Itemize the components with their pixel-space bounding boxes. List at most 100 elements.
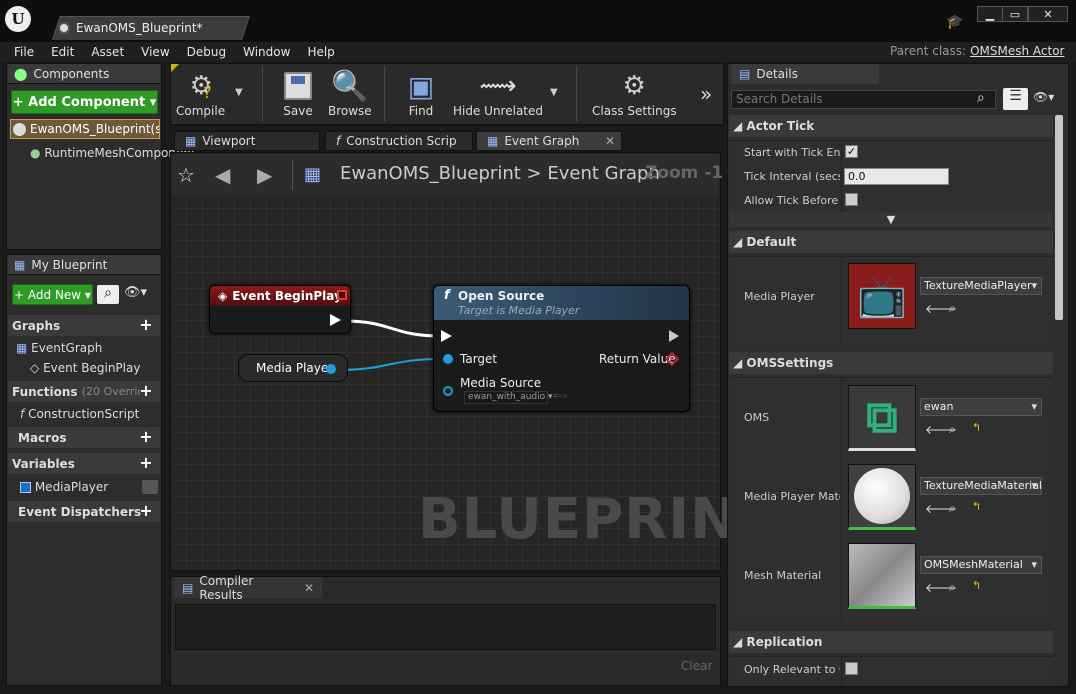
add-dispatcher-button[interactable]: + [138,503,154,519]
event-beginplay-item[interactable]: ◇ Event BeginPlay [30,361,140,375]
allow-tick-before-checkbox[interactable] [845,193,858,206]
construction-script-item[interactable]: f ConstructionScript [20,407,139,421]
save-button[interactable]: Save [280,68,316,118]
browse-asset-icon[interactable]: ⌕ [949,580,956,595]
maximize-button[interactable]: ▭ [1002,6,1028,22]
omssettings-section[interactable]: ◢ OMSSettings [729,352,1053,374]
menu-help[interactable]: Help [307,45,343,59]
tab-close-icon[interactable]: ✕ [605,134,615,148]
property-matrix-icon[interactable]: ☰ [1003,88,1028,110]
toolbar-overflow-chevron-icon[interactable]: » [700,82,712,106]
document-tab-content[interactable]: EwanOMS_Blueprint* [58,19,238,37]
tab-viewport[interactable]: ▦ Viewport [174,131,320,151]
reset-to-default-icon[interactable]: ↰ [972,421,981,434]
media-player-thumbnail[interactable]: 📺 [848,263,916,329]
menu-view[interactable]: View [141,45,178,59]
close-window-button[interactable]: ✕ [1028,6,1068,22]
add-function-button[interactable]: + [138,383,154,399]
variables-section[interactable]: Variables + [8,453,160,474]
add-macro-button[interactable]: + [138,429,154,445]
browse-asset-icon[interactable]: ⌕ [949,301,956,316]
reset-to-default-icon[interactable]: ↰ [972,579,981,592]
menu-edit[interactable]: Edit [51,45,83,59]
actor-tick-section[interactable]: ◢ Actor Tick [729,115,1053,137]
details-icon: ▤ [739,67,751,81]
browse-asset-icon[interactable]: ⌕ [949,501,956,516]
mesh-material-dropdown[interactable]: OMSMeshMaterial [920,556,1042,574]
target-input-pin[interactable] [443,354,453,364]
mediaplayer-variable-item[interactable]: MediaPlayer [20,480,108,494]
default-section[interactable]: ◢ Default [729,231,1053,253]
start-with-tick-checkbox[interactable]: ✓ [845,145,858,158]
event-delegate-pin[interactable] [337,290,347,300]
details-search-input[interactable]: Search Details [731,90,996,109]
favorite-star-icon[interactable]: ☆ [177,163,195,187]
exec-input-pin[interactable] [441,330,452,342]
event-beginplay-node-header[interactable]: ◈ Event BeginPlay [210,286,350,306]
browse-button[interactable]: 🔍 Browse [328,68,372,119]
functions-section[interactable]: Functions (20 Overridable)+ [8,381,160,402]
media-player-output-pin[interactable] [326,364,336,374]
details-scrollbar[interactable] [1055,115,1063,320]
media-player-dropdown[interactable]: TextureMediaPlayer [920,277,1042,295]
breadcrumb-leaf[interactable]: Event Graph [547,163,660,184]
details-tab[interactable]: ▤ Details [731,64,879,84]
tab-construction-script[interactable]: f Construction Scrip [325,131,473,151]
reset-to-default-icon[interactable]: ↰ [972,500,981,513]
graphs-section[interactable]: Graphs + [8,315,160,336]
browse-asset-icon[interactable]: ⌕ [949,422,956,437]
tick-interval-input[interactable]: 0.0 [844,168,949,185]
event-dispatchers-section[interactable]: Event Dispatchers + [8,501,160,522]
my-blueprint-tab[interactable]: ▦ My Blueprint [8,255,160,275]
mesh-material-thumbnail[interactable] [848,543,916,609]
menu-asset[interactable]: Asset [91,45,133,59]
macros-section[interactable]: Macros + [8,427,160,448]
compiler-tab-close-icon[interactable]: ✕ [304,581,314,595]
search-icon[interactable]: ⌕ [97,285,119,304]
add-variable-button[interactable]: + [138,455,154,471]
exec-wire[interactable] [343,319,441,338]
hide-unrelated-button[interactable]: ⟿ Hide Unrelated [453,68,543,118]
compile-options-chevron-icon[interactable]: ▼ [235,87,243,98]
minimize-button[interactable]: ▁ [977,6,1003,22]
details-search-icon[interactable]: ⌕ [977,90,985,106]
component-root-item[interactable]: EwanOMS_Blueprint(self) [10,119,160,139]
eye-view-options-icon[interactable]: 👁▾ [124,285,147,300]
magnifier-icon: 🔍 [331,68,369,104]
compiler-results-tab[interactable]: ▤ Compiler Results ✕ [174,574,322,602]
back-arrow-icon[interactable]: ◀ [215,163,230,187]
exec-output-pin[interactable] [669,330,679,342]
menu-file[interactable]: File [14,45,43,59]
media-source-browse-icons[interactable]: ⇐⌕ [553,389,568,403]
oms-thumbnail[interactable]: ⧉ [848,385,916,451]
add-graph-button[interactable]: + [138,317,154,333]
replication-section[interactable]: ◢ Replication [729,631,1053,653]
find-button[interactable]: ▣ Find [403,68,439,119]
exec-output-pin[interactable] [330,314,341,326]
parent-class-link[interactable]: OMSMesh Actor [970,44,1064,58]
variable-visibility-icon[interactable] [142,480,158,494]
add-new-button[interactable]: + Add New ▾ [12,284,93,305]
menu-window[interactable]: Window [243,45,299,59]
compile-button[interactable]: ⚙? Compile [176,68,225,118]
menu-debug[interactable]: Debug [187,45,235,59]
eye-filter-icon[interactable]: 👁▾ [1033,90,1054,104]
class-settings-button[interactable]: ⚙ Class Settings [592,68,677,118]
forward-arrow-icon[interactable]: ▶ [257,163,272,187]
media-material-thumbnail[interactable] [848,464,916,530]
media-source-pin[interactable] [443,386,453,396]
only-relevant-checkbox[interactable] [845,662,858,675]
oms-dropdown[interactable]: ewan [920,398,1042,416]
advanced-expand-icon[interactable]: ▼ [729,212,1053,227]
graduation-cap-icon[interactable]: 🎓 [946,14,963,30]
tab-event-graph[interactable]: ▦ Event Graph ✕ [476,131,622,151]
add-component-button[interactable]: + Add Component ▾ [11,90,158,114]
object-wire[interactable] [336,358,441,371]
clear-button[interactable]: Clear [681,659,712,673]
media-player-material-dropdown[interactable]: TextureMediaMaterial [920,477,1042,495]
components-tab[interactable]: ⬤ Components [8,64,160,84]
media-source-dropdown[interactable]: ewan_with_audio ▾ [464,391,553,404]
hide-unrelated-chevron-icon[interactable]: ▼ [550,87,558,98]
eventgraph-item[interactable]: ▦ EventGraph [16,341,102,355]
breadcrumb-root[interactable]: EwanOMS_Blueprint [340,163,521,184]
